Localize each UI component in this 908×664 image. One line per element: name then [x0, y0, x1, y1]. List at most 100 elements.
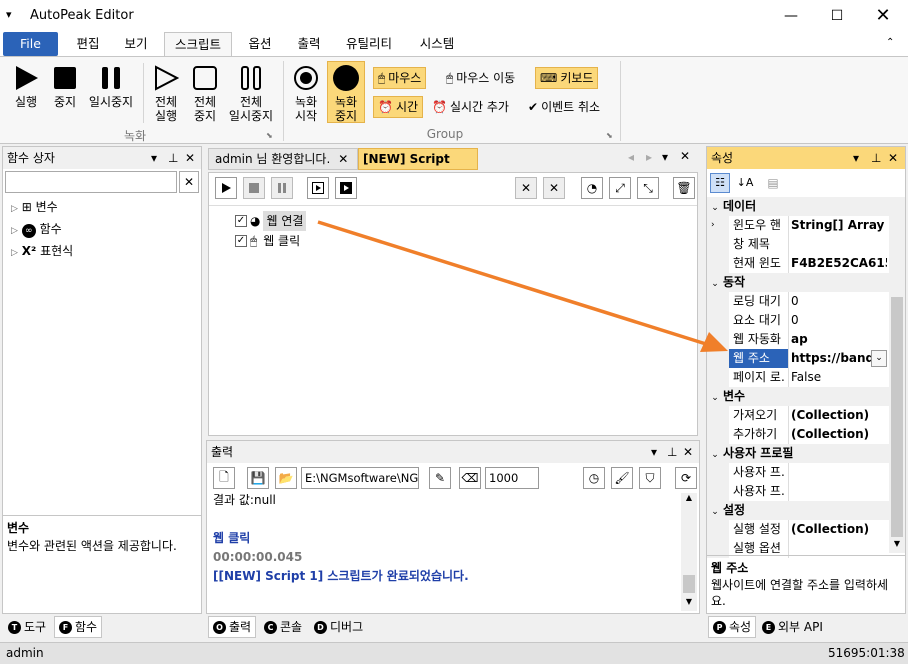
stop-icon[interactable]: [243, 177, 265, 199]
clean-icon[interactable]: ✎: [429, 467, 451, 489]
property-row[interactable]: 사용자 프.: [707, 482, 889, 501]
property-value[interactable]: (Collection): [791, 520, 887, 539]
tab-debug[interactable]: D 디버그: [310, 616, 367, 638]
property-value[interactable]: ap: [791, 330, 887, 349]
folder-icon[interactable]: 📂: [275, 467, 297, 489]
dropdown-icon[interactable]: ▾: [651, 441, 657, 463]
clock-icon[interactable]: ◷: [583, 467, 605, 489]
script-item-web-connect[interactable]: ✓ ◕ 웹 연결: [235, 211, 307, 231]
chevron-right-icon[interactable]: ›: [711, 216, 715, 235]
timer-icon[interactable]: ◔: [581, 177, 603, 199]
property-row[interactable]: 추가하기 (Collection): [707, 425, 889, 444]
property-category[interactable]: ⌄ 설정: [707, 501, 889, 520]
pin-icon[interactable]: ⊥: [667, 441, 677, 463]
keyboard-toggle[interactable]: ⌨ 키보드: [535, 67, 599, 89]
tab-system[interactable]: 시스템: [410, 32, 464, 56]
time-toggle[interactable]: ⏰ 시간: [373, 96, 424, 118]
close-icon[interactable]: ✕: [338, 152, 348, 166]
doc-tab-welcome[interactable]: admin 님 환영합니다. ✕: [208, 148, 358, 170]
save-icon[interactable]: 💾: [247, 467, 269, 489]
scrollbar[interactable]: ▼: [889, 197, 905, 553]
dialog-launcher-icon[interactable]: ⬊: [266, 131, 273, 140]
maximize-icon[interactable]: ☐: [814, 0, 860, 32]
mouse-move-button[interactable]: 🖱 마우스 이동: [442, 67, 519, 89]
run-button[interactable]: 실행: [8, 65, 44, 109]
property-value[interactable]: (Collection): [791, 406, 887, 425]
event-cancel-button[interactable]: ✔ 이벤트 취소: [524, 96, 604, 118]
tree-item-function[interactable]: ▷ ∞ 함수: [11, 219, 73, 241]
tab-script[interactable]: 스크립트: [164, 32, 232, 56]
record-start-button[interactable]: 녹화 시작: [288, 65, 324, 123]
tab-edit[interactable]: 편집: [66, 32, 110, 56]
minimize-icon[interactable]: —: [768, 0, 814, 32]
tab-output-panel[interactable]: O 출력: [208, 616, 257, 638]
new-log-icon[interactable]: 🗋: [213, 467, 235, 489]
stop-all-button[interactable]: 전체 중지: [187, 65, 223, 123]
doc-tab-script1[interactable]: [NEW] Script 1✕: [358, 148, 478, 186]
dropdown-icon[interactable]: ▾: [853, 147, 859, 169]
checkbox-checked-icon[interactable]: ✓: [235, 235, 247, 247]
log-path-field[interactable]: E:\NGMsoftware\NG: [301, 467, 419, 489]
property-value[interactable]: (Collection): [791, 425, 887, 444]
tab-list-icon[interactable]: ▾: [662, 150, 668, 164]
step-play-icon[interactable]: [307, 177, 329, 199]
search-input[interactable]: [5, 171, 177, 193]
tab-output[interactable]: 출력: [287, 32, 331, 56]
property-row[interactable]: 로딩 대기 0: [707, 292, 889, 311]
tab-scroll-right-icon[interactable]: ▸: [646, 150, 652, 164]
property-value[interactable]: F4B2E52CA61504: [791, 254, 887, 273]
record-stop-button[interactable]: 녹화 중지: [327, 61, 365, 123]
trash-icon[interactable]: 🗑: [673, 177, 695, 199]
property-value[interactable]: 0: [791, 292, 887, 311]
script-item-web-click[interactable]: ✓ 🖱 웹 클릭: [235, 231, 306, 251]
eraser-icon[interactable]: ⌫: [459, 467, 481, 489]
close-icon[interactable]: ✕: [683, 441, 693, 463]
tab-options[interactable]: 옵션: [238, 32, 282, 56]
run-from-icon[interactable]: [335, 177, 357, 199]
property-category[interactable]: ⌄ 동작: [707, 273, 889, 292]
chevron-down-icon[interactable]: ⌄: [707, 503, 723, 520]
scrollbar[interactable]: ▲ ▼: [681, 493, 697, 611]
property-category[interactable]: ⌄ 변수: [707, 387, 889, 406]
property-row[interactable]: 웹 주소 https://band. ⌄: [707, 349, 889, 368]
disabled-close-icon[interactable]: ✕: [543, 177, 565, 199]
chevron-down-icon[interactable]: ⌄: [707, 389, 723, 406]
tab-tools[interactable]: T 도구: [4, 616, 50, 638]
tab-functions[interactable]: F 함수: [54, 616, 103, 638]
chevron-down-icon[interactable]: ⌄: [707, 275, 723, 292]
categorized-view-icon[interactable]: ☷: [710, 173, 730, 193]
dropdown-icon[interactable]: ⌄: [871, 350, 887, 367]
close-icon[interactable]: ✕: [860, 0, 906, 32]
property-value[interactable]: String[] Array: [791, 216, 887, 235]
chevron-down-icon[interactable]: ⌄: [707, 446, 723, 463]
clear-search-icon[interactable]: ✕: [179, 171, 199, 193]
fill-icon[interactable]: ⛉: [639, 467, 661, 489]
property-row[interactable]: 창 제목: [707, 235, 889, 254]
property-row[interactable]: 가져오기 (Collection): [707, 406, 889, 425]
property-row[interactable]: 웹 자동화 ap: [707, 330, 889, 349]
property-row[interactable]: 요소 대기 0: [707, 311, 889, 330]
collapse-icon[interactable]: ⤡: [637, 177, 659, 199]
disabled-close-icon[interactable]: ✕: [515, 177, 537, 199]
close-icon[interactable]: ✕: [185, 147, 195, 169]
property-pages-icon[interactable]: ▤: [763, 173, 783, 193]
property-row[interactable]: ››윈도우 핸String[] Array: [707, 216, 889, 235]
pause-button[interactable]: 일시중지: [86, 65, 136, 109]
dropdown-icon[interactable]: ▾: [151, 147, 157, 169]
tree-item-variable[interactable]: ▷ ⊞ 변수: [11, 197, 73, 219]
system-menu-icon[interactable]: ▾: [6, 8, 12, 21]
pause-all-button[interactable]: 전체 일시중지: [226, 65, 276, 123]
property-row[interactable]: 페이지 로. False: [707, 368, 889, 387]
expand-icon[interactable]: ⤢: [609, 177, 631, 199]
property-category[interactable]: ⌄ 데이터: [707, 197, 889, 216]
property-category[interactable]: ⌄ 사용자 프로필: [707, 444, 889, 463]
tab-utility[interactable]: 유틸리티: [338, 32, 400, 56]
close-icon[interactable]: ✕: [680, 149, 690, 163]
collapse-ribbon-icon[interactable]: ⌃: [886, 37, 894, 48]
tab-scroll-left-icon[interactable]: ◂: [628, 150, 634, 164]
file-menu[interactable]: File: [3, 32, 58, 56]
tab-external-api[interactable]: E 외부 API: [758, 616, 827, 638]
brush-icon[interactable]: 🖌: [611, 467, 633, 489]
property-value[interactable]: False: [791, 368, 887, 387]
realtime-add-button[interactable]: ⏰ 실시간 추가: [428, 96, 513, 118]
